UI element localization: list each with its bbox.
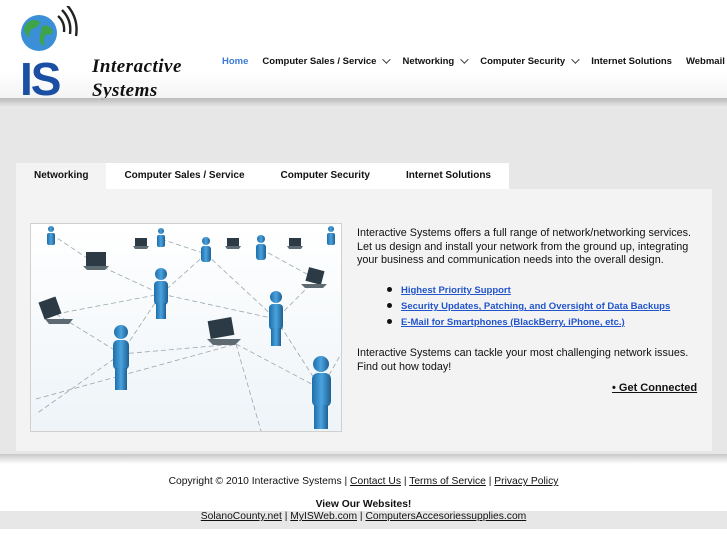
tab-computer-sales[interactable]: Computer Sales / Service	[106, 163, 263, 189]
feature-link-priority-support[interactable]: Highest Priority Support	[383, 284, 670, 300]
site-link-solanocounty[interactable]: SolanoCounty.net	[201, 511, 282, 522]
contact-us-link[interactable]: Contact Us	[350, 476, 401, 487]
network-illustration	[31, 224, 342, 432]
network-people-laptops-image	[30, 223, 342, 432]
copyright-text: Copyright © 2010 Interactive Systems |	[168, 476, 348, 487]
feature-label: E-Mail for Smartphones (BlackBerry, iPho…	[401, 317, 625, 328]
bullet-icon	[387, 303, 392, 308]
site-link-computersaccessories[interactable]: ComputersAccesoriessupplies.com	[365, 511, 526, 522]
site-links: SolanoCounty.net | MyISWeb.com | Compute…	[200, 511, 527, 522]
site-link-myisweb[interactable]: MyISWeb.com	[290, 511, 357, 522]
tab-internet-solutions[interactable]: Internet Solutions	[387, 163, 509, 189]
feature-label: Highest Priority Support	[401, 285, 511, 296]
intro-paragraph: Interactive Systems offers a full range …	[357, 227, 692, 267]
nav-item-computer-sales[interactable]: Computer Sales / Service	[262, 55, 392, 67]
logo[interactable]: IS Interactive Systems	[18, 6, 181, 105]
nav-item-label: Home	[222, 55, 249, 67]
nav-item-webmail[interactable]: Webmail	[686, 56, 725, 67]
view-sites-heading: View Our Websites!	[315, 499, 412, 510]
chevron-down-icon	[571, 55, 580, 64]
feature-list: Highest Priority Support Security Update…	[383, 284, 670, 332]
service-tabs: Networking Computer Sales / Service Comp…	[16, 163, 509, 189]
nav-item-label: Networking	[402, 55, 455, 67]
copyright-line: Copyright © 2010 Interactive Systems | C…	[168, 476, 559, 487]
get-connected-link[interactable]: • Get Connected	[612, 382, 697, 394]
feature-link-smartphone-email[interactable]: E-Mail for Smartphones (BlackBerry, iPho…	[383, 316, 670, 332]
tab-computer-security[interactable]: Computer Security	[262, 163, 388, 189]
header: IS Interactive Systems Home Computer Sal…	[0, 0, 727, 105]
feature-link-security-updates[interactable]: Security Updates, Patching, and Oversigh…	[383, 300, 670, 316]
nav-item-internet-solutions[interactable]: Internet Solutions	[591, 56, 672, 67]
nav-item-label: Internet Solutions	[591, 55, 672, 67]
footer-shadow	[0, 454, 727, 464]
logo-line1: Interactive	[92, 56, 182, 77]
terms-of-service-link[interactable]: Terms of Service	[409, 476, 486, 487]
nav-item-networking[interactable]: Networking	[402, 55, 469, 67]
feature-label: Security Updates, Patching, and Oversigh…	[401, 301, 671, 312]
main-nav: Home Computer Sales / Service Networking…	[222, 54, 725, 68]
privacy-policy-link[interactable]: Privacy Policy	[494, 476, 558, 487]
nav-item-label: Computer Sales / Service	[262, 55, 377, 67]
globe-signal-icon	[21, 6, 78, 51]
bullet-icon	[387, 287, 392, 292]
nav-item-home[interactable]: Home	[222, 56, 248, 67]
nav-item-label: Webmail	[685, 55, 725, 67]
bullet-icon	[387, 319, 392, 324]
chevron-down-icon	[460, 55, 469, 64]
tab-networking[interactable]: Networking	[16, 163, 107, 189]
chevron-down-icon	[382, 55, 392, 64]
outro-paragraph: Interactive Systems can tackle your most…	[357, 347, 689, 373]
nav-item-label: Computer Security	[480, 55, 566, 67]
nav-item-computer-security[interactable]: Computer Security	[480, 55, 580, 67]
